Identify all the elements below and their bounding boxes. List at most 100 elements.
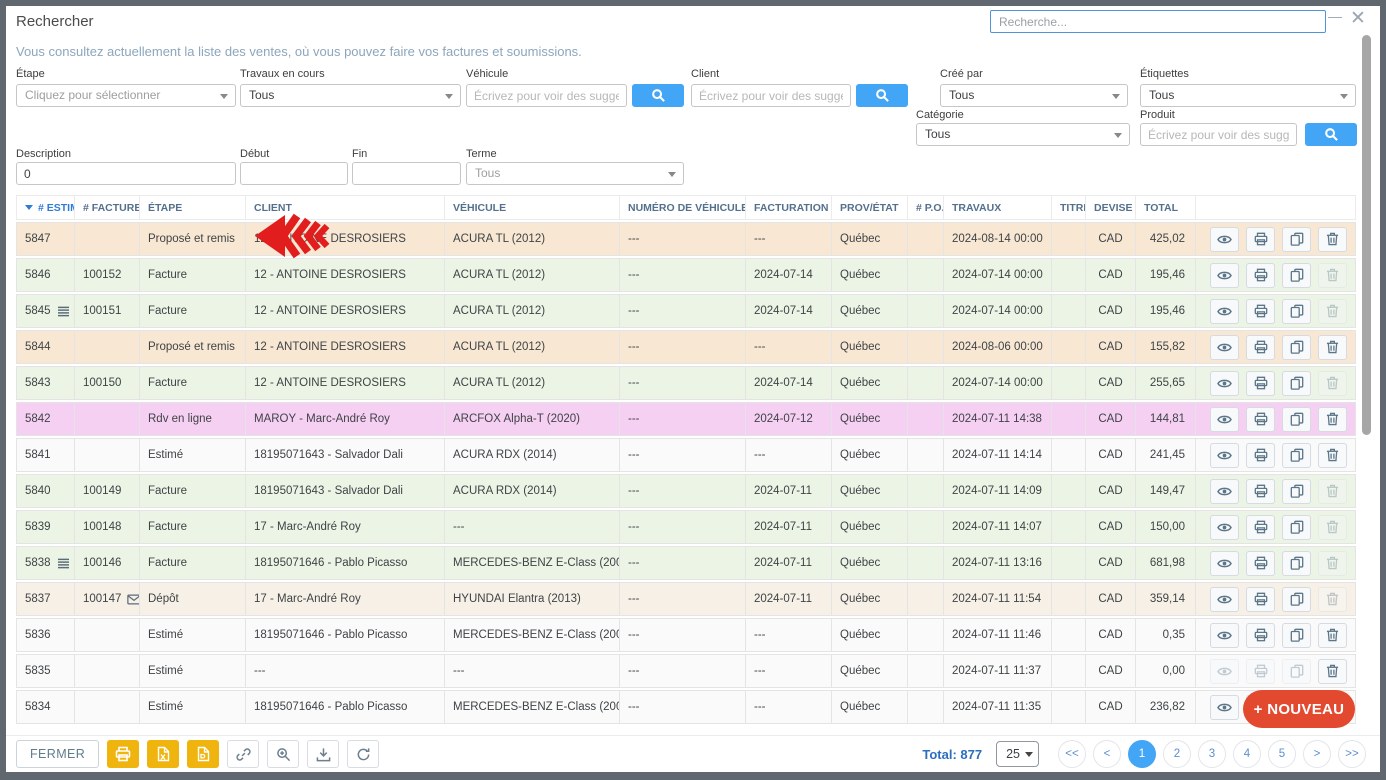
copy-row-button[interactable] xyxy=(1282,551,1311,576)
print-row-button[interactable] xyxy=(1246,479,1275,504)
table-row[interactable]: 5846100152Facture12 - ANTOINE DESROSIERS… xyxy=(16,258,1356,292)
search-input[interactable] xyxy=(990,10,1326,33)
table-row[interactable]: 5841Estimé18195071643 - Salvador DaliACU… xyxy=(16,438,1356,472)
fermer-button[interactable]: FERMER xyxy=(16,740,99,768)
copy-row-button[interactable] xyxy=(1282,335,1311,360)
table-row[interactable]: 5837100147Dépôt17 - Marc-André RoyHYUNDA… xyxy=(16,582,1356,616)
delete-row-button[interactable] xyxy=(1318,335,1347,360)
table-row[interactable]: 5836Estimé18195071646 - Pablo PicassoMER… xyxy=(16,618,1356,652)
column-header-titre[interactable]: TITRE xyxy=(1052,195,1086,220)
column-header-numero[interactable]: NUMÉRO DE VÉHICULE xyxy=(620,195,746,220)
copy-row-button[interactable] xyxy=(1282,407,1311,432)
copy-row-button[interactable] xyxy=(1282,263,1311,288)
next-page-button[interactable]: > xyxy=(1303,740,1331,768)
view-row-button[interactable] xyxy=(1210,299,1239,324)
minimize-icon[interactable]: — xyxy=(1328,8,1344,28)
delete-row-button[interactable] xyxy=(1318,659,1347,684)
table-row[interactable]: 5839100148Facture17 - Marc-André Roy----… xyxy=(16,510,1356,544)
first-page-button[interactable]: << xyxy=(1058,740,1086,768)
print-row-button[interactable] xyxy=(1246,227,1275,252)
vehicule-input[interactable] xyxy=(466,84,627,107)
travaux-en-cours-select[interactable]: Tous xyxy=(240,84,461,107)
copy-row-button[interactable] xyxy=(1282,587,1311,612)
print-tool-button[interactable] xyxy=(107,740,139,768)
copy-row-button[interactable] xyxy=(1282,227,1311,252)
vertical-scrollbar[interactable] xyxy=(1362,35,1371,435)
page-2-button[interactable]: 2 xyxy=(1163,740,1191,768)
delete-row-button[interactable] xyxy=(1318,623,1347,648)
column-header-prov[interactable]: PROV/ÉTAT xyxy=(832,195,908,220)
view-row-button[interactable] xyxy=(1210,227,1239,252)
nouveau-button[interactable]: + NOUVEAU xyxy=(1243,690,1355,728)
prev-page-button[interactable]: < xyxy=(1093,740,1121,768)
page-4-button[interactable]: 4 xyxy=(1233,740,1261,768)
print-row-button[interactable] xyxy=(1246,335,1275,360)
print-row-button[interactable] xyxy=(1246,263,1275,288)
table-row[interactable]: 5840100149Facture18195071643 - Salvador … xyxy=(16,474,1356,508)
client-search-button[interactable] xyxy=(856,84,908,107)
refresh-tool-button[interactable] xyxy=(347,740,379,768)
etape-select[interactable]: Cliquez pour sélectionner xyxy=(16,84,236,107)
download-tool-button[interactable] xyxy=(307,740,339,768)
view-row-button[interactable] xyxy=(1210,443,1239,468)
column-header-total[interactable]: TOTAL xyxy=(1136,195,1196,220)
view-row-button[interactable] xyxy=(1210,695,1239,720)
print-row-button[interactable] xyxy=(1246,371,1275,396)
column-header-etape[interactable]: ÉTAPE xyxy=(140,195,246,220)
print-row-button[interactable] xyxy=(1246,443,1275,468)
column-header-facture[interactable]: # FACTURE xyxy=(75,195,140,220)
print-row-button[interactable] xyxy=(1246,299,1275,324)
table-row[interactable]: 5847Proposé et remis12 - ANTOINE DESROSI… xyxy=(16,222,1356,256)
view-row-button[interactable] xyxy=(1210,335,1239,360)
client-input[interactable] xyxy=(691,84,851,107)
view-row-button[interactable] xyxy=(1210,623,1239,648)
delete-row-button[interactable] xyxy=(1318,443,1347,468)
produit-search-button[interactable] xyxy=(1305,123,1357,146)
print-row-button[interactable] xyxy=(1246,623,1275,648)
view-row-button[interactable] xyxy=(1210,371,1239,396)
pdf-tool-button[interactable] xyxy=(187,740,219,768)
fin-input[interactable] xyxy=(352,162,461,185)
column-header-estime[interactable]: # ESTIMÉ xyxy=(16,195,75,220)
copy-row-button[interactable] xyxy=(1282,515,1311,540)
etiquettes-select[interactable]: Tous xyxy=(1140,84,1356,107)
print-row-button[interactable] xyxy=(1246,587,1275,612)
page-size-select[interactable]: 25 xyxy=(996,741,1039,767)
close-icon[interactable]: ✕ xyxy=(1350,7,1368,29)
view-row-button[interactable] xyxy=(1210,263,1239,288)
view-row-button[interactable] xyxy=(1210,407,1239,432)
column-header-client[interactable]: CLIENT xyxy=(246,195,445,220)
column-header-devise[interactable]: DEVISE xyxy=(1086,195,1136,220)
copy-row-button[interactable] xyxy=(1282,479,1311,504)
copy-row-button[interactable] xyxy=(1282,443,1311,468)
column-header-facturation[interactable]: FACTURATION xyxy=(746,195,832,220)
table-row[interactable]: 5835Estimé------------Québec2024-07-11 1… xyxy=(16,654,1356,688)
view-row-button[interactable] xyxy=(1210,587,1239,612)
link-tool-button[interactable] xyxy=(227,740,259,768)
column-header-travaux[interactable]: TRAVAUX xyxy=(944,195,1052,220)
table-row[interactable]: 5845100151Facture12 - ANTOINE DESROSIERS… xyxy=(16,294,1356,328)
copy-row-button[interactable] xyxy=(1282,623,1311,648)
zoom-in-tool-button[interactable] xyxy=(267,740,299,768)
excel-tool-button[interactable] xyxy=(147,740,179,768)
delete-row-button[interactable] xyxy=(1318,227,1347,252)
cree-par-select[interactable]: Tous xyxy=(940,84,1128,107)
terme-select[interactable]: Tous xyxy=(466,162,684,185)
column-header-vehicule[interactable]: VÉHICULE xyxy=(445,195,620,220)
delete-row-button[interactable] xyxy=(1318,407,1347,432)
print-row-button[interactable] xyxy=(1246,515,1275,540)
table-row[interactable]: 5843100150Facture12 - ANTOINE DESROSIERS… xyxy=(16,366,1356,400)
page-3-button[interactable]: 3 xyxy=(1198,740,1226,768)
table-row[interactable]: 5838100146Facture18195071646 - Pablo Pic… xyxy=(16,546,1356,580)
produit-input[interactable] xyxy=(1140,123,1297,146)
last-page-button[interactable]: >> xyxy=(1338,740,1366,768)
table-row[interactable]: 5834Estimé18195071646 - Pablo PicassoMER… xyxy=(16,690,1356,724)
column-header-po[interactable]: # P.O. xyxy=(908,195,944,220)
page-1-button[interactable]: 1 xyxy=(1128,740,1156,768)
print-row-button[interactable] xyxy=(1246,407,1275,432)
description-input[interactable] xyxy=(16,162,236,185)
debut-input[interactable] xyxy=(240,162,348,185)
table-row[interactable]: 5844Proposé et remis12 - ANTOINE DESROSI… xyxy=(16,330,1356,364)
table-row[interactable]: 5842Rdv en ligneMAROY - Marc-André RoyAR… xyxy=(16,402,1356,436)
view-row-button[interactable] xyxy=(1210,551,1239,576)
